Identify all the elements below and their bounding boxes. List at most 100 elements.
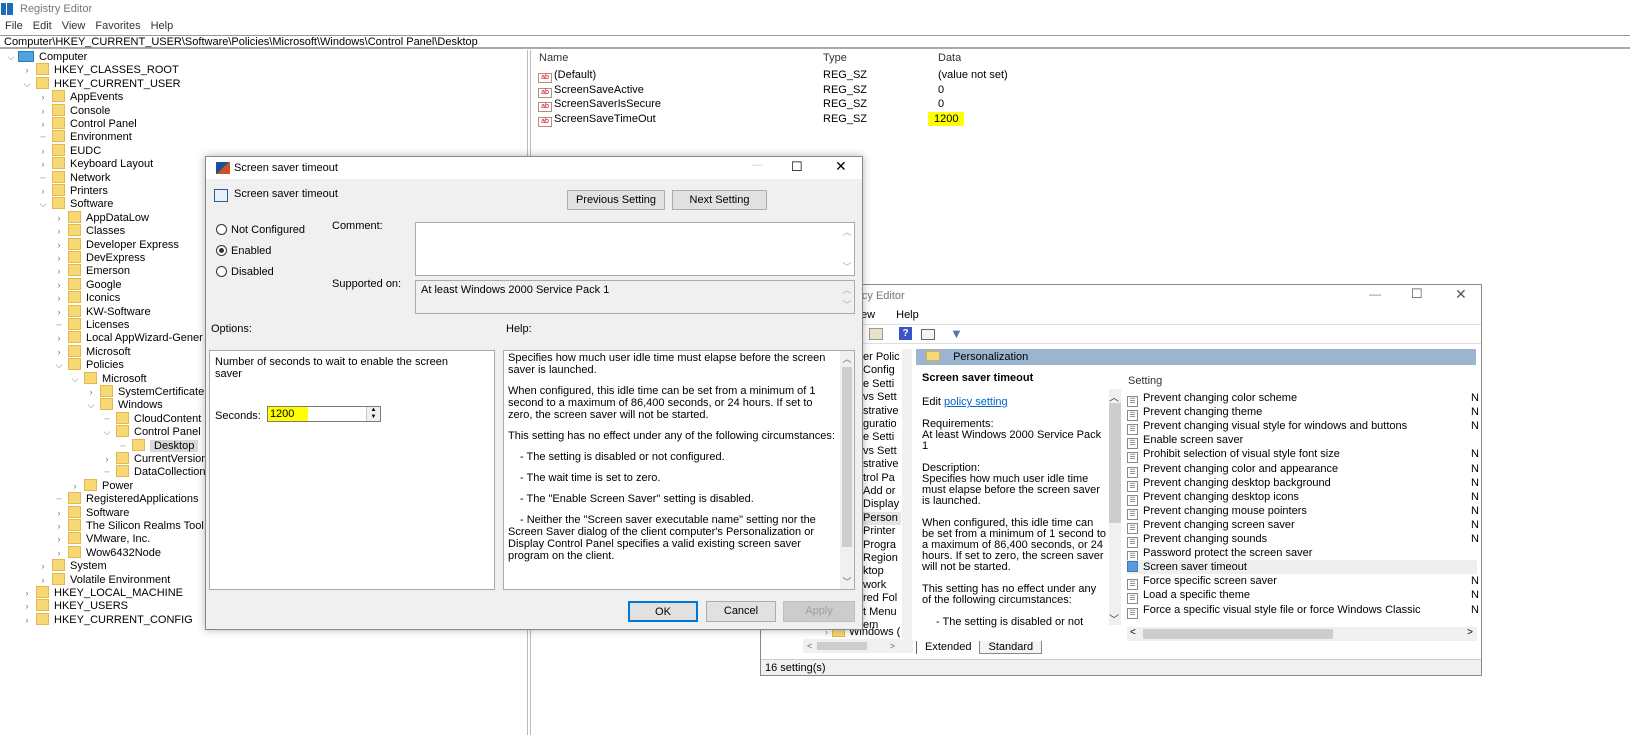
tree-node[interactable]: › EUDC — [38, 143, 101, 158]
chevron-right-icon[interactable]: › — [54, 251, 64, 265]
tab-standard[interactable]: Standard — [979, 641, 1043, 654]
seconds-spinbox[interactable]: 1200 ▲ ▼ — [266, 406, 381, 422]
gpe-menu-help[interactable]: Help — [896, 309, 919, 321]
chevron-down-icon[interactable]: ⌵ — [22, 77, 32, 91]
setting-row[interactable]: ☰ Password protect the screen saver — [1127, 546, 1477, 563]
tree-node[interactable]: › Microsoft — [54, 344, 131, 359]
setting-row[interactable]: ☰ Prevent changing desktop icons N — [1127, 490, 1479, 506]
tree-node[interactable]: › Volatile Environment — [38, 572, 170, 587]
setting-row[interactable]: ☰ Force a specific visual style file or f… — [1127, 603, 1479, 619]
chevron-down-icon[interactable]: ⌵ — [6, 50, 16, 64]
gpe-tree-scrollbar[interactable] — [902, 349, 912, 639]
chevron-right-icon[interactable]: › — [86, 385, 96, 399]
gpe-tree-item[interactable]: Printer — [863, 525, 901, 538]
gpe-tree-item[interactable]: vs Sett — [863, 445, 901, 458]
tree-node[interactable]: ┈ Network — [38, 170, 110, 185]
previous-setting-button[interactable]: Previous Setting — [567, 190, 665, 210]
tree-node[interactable]: › The Silicon Realms Tool — [54, 519, 204, 533]
column-header-type[interactable]: Type — [823, 52, 847, 67]
value-row[interactable]: ab ScreenSaveTimeOut REG_SZ 1200 — [533, 111, 1033, 127]
tree-node[interactable]: ⌵ HKEY_CURRENT_USER — [22, 76, 181, 91]
chevron-right-icon[interactable]: › — [54, 278, 64, 292]
chevron-right-icon[interactable]: › — [70, 479, 80, 493]
chevron-down-icon[interactable]: ⌵ — [70, 372, 80, 386]
menu-file[interactable]: File — [0, 18, 28, 34]
tree-node[interactable]: › HKEY_CURRENT_CONFIG — [22, 612, 193, 627]
tree-node[interactable]: › AppEvents — [38, 90, 123, 104]
chevron-right-icon[interactable]: › — [38, 157, 48, 171]
gpe-tree-item[interactable]: Add or — [863, 485, 901, 498]
gpe-tree-item[interactable]: e Setti — [863, 431, 901, 444]
description-scrollbar[interactable]: ︿ ﹀ — [1109, 389, 1121, 626]
chevron-right-icon[interactable]: › — [38, 559, 48, 573]
export-list-icon[interactable] — [869, 328, 883, 340]
close-button[interactable]: ✕ — [1455, 286, 1467, 303]
gpe-tree-item[interactable]: er Polic — [863, 351, 901, 364]
gpe-tree-item[interactable]: Region — [863, 552, 901, 565]
gpe-tree-item[interactable]: Progra — [863, 539, 901, 552]
next-setting-button[interactable]: Next Setting — [672, 190, 767, 210]
tree-node[interactable]: ┈ Environment — [38, 130, 132, 144]
cancel-button[interactable]: Cancel — [706, 601, 776, 622]
ok-button[interactable]: OK — [628, 601, 698, 622]
tree-node[interactable]: ⌵ Microsoft — [70, 371, 147, 386]
comment-scrollbar[interactable]: ︿ ﹀ — [840, 223, 854, 275]
menu-favorites[interactable]: Favorites — [90, 18, 145, 34]
gpe-tree-hscrollbar[interactable]: < > — [803, 639, 913, 653]
gpe-tree-item[interactable]: Config — [863, 364, 901, 377]
seconds-input[interactable]: 1200 — [267, 407, 309, 421]
chevron-right-icon[interactable]: › — [38, 90, 48, 104]
tree-node[interactable]: ⌵ Computer — [6, 50, 87, 64]
tree-node[interactable]: ⌵ Policies — [54, 358, 124, 372]
help-icon[interactable]: ? — [899, 327, 912, 340]
setting-row[interactable]: ☰ Load a specific theme N — [1127, 588, 1479, 605]
show-hide-pane-icon[interactable] — [921, 329, 935, 340]
gpe-tree-item[interactable]: guratio — [863, 418, 901, 431]
spin-arrows-icon[interactable]: ▲ ▼ — [365, 407, 380, 421]
help-scrollbar[interactable]: ︿ ﹀ — [840, 351, 854, 589]
tab-extended[interactable]: Extended — [916, 641, 979, 654]
setting-row[interactable]: ☰ Prevent changing color scheme N — [1127, 391, 1479, 407]
gpe-tree-item[interactable]: strative — [863, 458, 901, 471]
chevron-right-icon[interactable]: › — [22, 599, 32, 613]
gpe-tree-item[interactable]: Person — [863, 511, 901, 525]
chevron-right-icon[interactable]: › — [54, 211, 64, 225]
gpe-tree-item[interactable]: trol Pa — [863, 472, 901, 485]
setting-row[interactable]: Screen saver timeout — [1127, 560, 1477, 575]
setting-row[interactable]: ☰ Force specific screen saver N — [1127, 574, 1479, 591]
tree-node[interactable]: › Software — [54, 505, 129, 520]
tree-node[interactable]: › Emerson — [54, 264, 130, 278]
maximize-button[interactable]: ☐ — [1411, 286, 1423, 302]
radio-enabled[interactable]: Enabled — [216, 244, 271, 258]
radio-disabled[interactable]: Disabled — [216, 265, 274, 279]
chevron-right-icon[interactable]: › — [54, 331, 64, 345]
tree-node[interactable]: › Console — [38, 103, 110, 118]
dialog-maximize-button[interactable]: ☐ — [791, 159, 803, 175]
chevron-right-icon[interactable]: › — [54, 519, 64, 533]
tree-node[interactable]: › CurrentVersion — [102, 452, 207, 466]
tree-node[interactable]: › DevExpress — [54, 251, 145, 265]
gpe-tree-item[interactable]: t Menu — [863, 606, 901, 619]
setting-row[interactable]: ☰ Prevent changing theme N — [1127, 405, 1479, 422]
value-row[interactable]: ab ScreenSaveActive REG_SZ 0 — [533, 83, 1033, 98]
chevron-right-icon[interactable]: › — [38, 104, 48, 118]
comment-textarea[interactable]: ︿ ﹀ — [415, 222, 855, 276]
setting-row[interactable]: ☰ Prevent changing visual style for windo… — [1127, 419, 1479, 436]
chevron-right-icon[interactable]: › — [54, 264, 64, 278]
tree-node[interactable]: › Wow6432Node — [54, 545, 161, 560]
minimize-button[interactable]: — — [1369, 287, 1381, 301]
gpe-tree-item[interactable]: Display — [863, 498, 901, 511]
tree-node[interactable]: ⌵ Windows — [86, 398, 163, 412]
tree-node[interactable]: › Developer Express — [54, 237, 179, 252]
chevron-right-icon[interactable]: › — [54, 546, 64, 560]
menu-view[interactable]: View — [57, 18, 91, 34]
tree-node[interactable]: › Control Panel — [38, 117, 137, 131]
setting-row[interactable]: ☰ Prevent changing mouse pointers N — [1127, 504, 1479, 520]
gpe-tree-item[interactable]: strative — [863, 405, 901, 418]
chevron-down-icon[interactable]: ⌵ — [86, 398, 96, 412]
chevron-right-icon[interactable]: › — [38, 184, 48, 198]
chevron-right-icon[interactable]: › — [54, 506, 64, 520]
chevron-right-icon[interactable]: › — [38, 117, 48, 131]
tree-node[interactable]: › SystemCertificate — [86, 385, 204, 399]
chevron-right-icon[interactable]: › — [22, 63, 32, 77]
